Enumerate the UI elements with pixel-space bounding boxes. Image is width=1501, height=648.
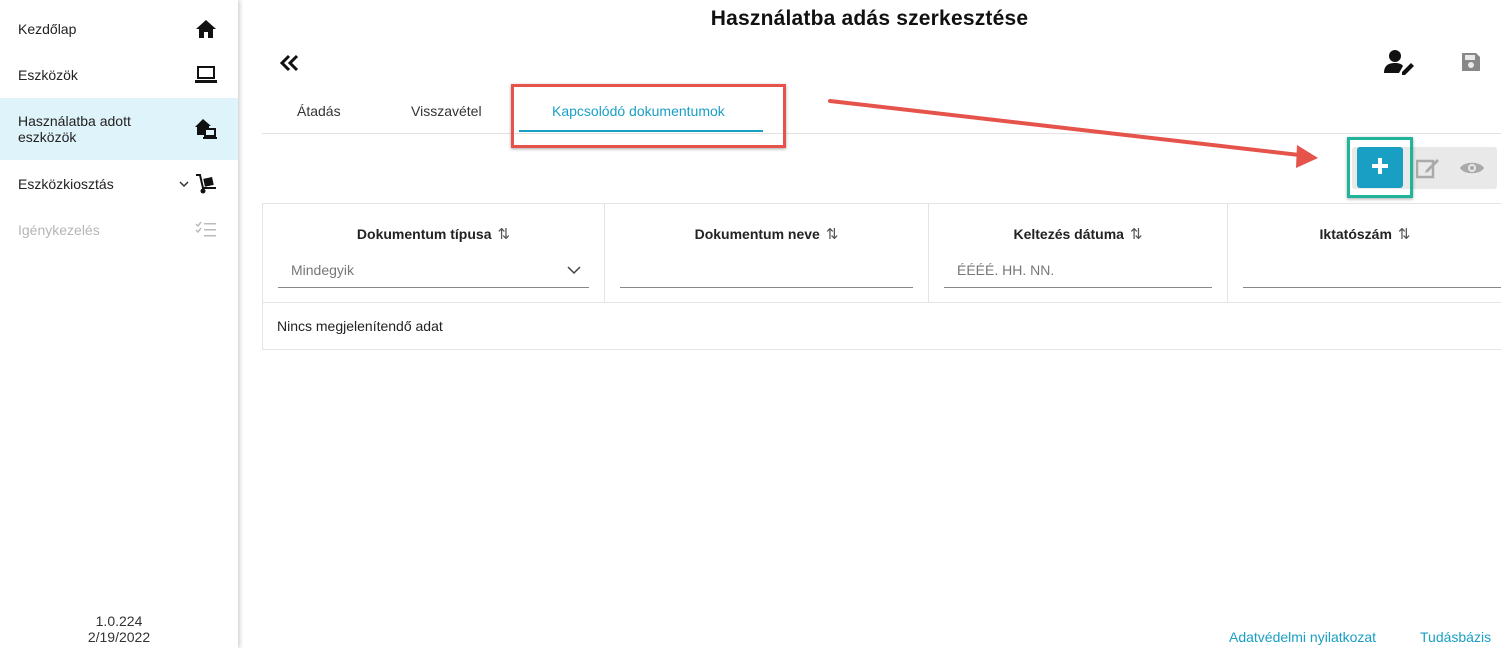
sidebar-item-eszkozkiosztas[interactable]: Eszközkiosztás [0, 164, 238, 204]
dolly-icon [194, 172, 218, 196]
empty-table-message: Nincs megjelenítendő adat [277, 318, 443, 334]
documents-table: Dokumentum típusa ⇅ Mindegyik Dokumentum … [262, 203, 1501, 350]
chevron-down-icon [567, 253, 581, 288]
page-title: Használatba adás szerkesztése [710, 7, 1029, 30]
column-iktatoszam: Iktatószám ⇅ [1228, 204, 1501, 302]
column-keltezes-datuma: Keltezés dátuma ⇅ ÉÉÉÉ. HH. NN. [929, 204, 1228, 302]
number-filter-input[interactable] [1243, 253, 1501, 288]
sort-icon[interactable]: ⇅ [1130, 226, 1143, 243]
sort-icon[interactable]: ⇅ [826, 226, 839, 243]
save-icon[interactable] [1461, 52, 1481, 77]
column-header[interactable]: Dokumentum neve ⇅ [605, 225, 928, 243]
privacy-link[interactable]: Adatvédelmi nyilatkozat [1229, 629, 1376, 645]
view-eye-icon [1459, 159, 1485, 182]
sidebar-item-eszkozok[interactable]: Eszközök [0, 55, 238, 95]
checklist-icon [194, 218, 218, 242]
sidebar-item-kezdolap[interactable]: Kezdőlap [0, 10, 238, 48]
sidebar-item-hasznalatba-adott[interactable]: Használatba adott eszközök [0, 98, 238, 160]
knowledge-base-link[interactable]: Tudásbázis [1420, 629, 1491, 645]
sort-icon[interactable]: ⇅ [1398, 226, 1411, 243]
annotation-teal-box [1347, 137, 1413, 198]
tab-atadas[interactable]: Átadás [297, 103, 341, 119]
column-header[interactable]: Keltezés dátuma ⇅ [929, 225, 1227, 243]
column-dokumentum-neve: Dokumentum neve ⇅ [605, 204, 929, 302]
app-version: 1.0.224 [95, 613, 143, 629]
chevron-down-icon[interactable] [178, 177, 190, 193]
column-header[interactable]: Dokumentum típusa ⇅ [263, 225, 604, 243]
sidebar-item-label: Használatba adott eszközök [18, 113, 131, 145]
name-filter-input[interactable] [620, 253, 913, 288]
column-header[interactable]: Iktatószám ⇅ [1228, 225, 1501, 243]
date-filter-input[interactable]: ÉÉÉÉ. HH. NN. [944, 253, 1212, 288]
header-row-divider [263, 302, 1501, 303]
annotation-red-box [511, 84, 786, 148]
sidebar-item-igenykezeles: Igénykezelés [0, 210, 238, 250]
edit-icon [1415, 157, 1440, 184]
tab-visszavetel[interactable]: Visszavétel [411, 103, 482, 119]
collapse-back-icon[interactable] [278, 52, 302, 74]
select-value: Mindegyik [291, 262, 355, 278]
sidebar: Kezdőlap Eszközök Használatba adott eszk… [0, 0, 238, 648]
sort-icon[interactable]: ⇅ [498, 226, 511, 243]
laptop-icon [194, 63, 218, 87]
house-laptop-icon [194, 117, 218, 141]
type-filter-select[interactable]: Mindegyik [278, 253, 589, 288]
app-date: 2/19/2022 [87, 629, 151, 645]
tabs-divider [262, 133, 1501, 134]
column-dokumentum-tipusa: Dokumentum típusa ⇅ Mindegyik [263, 204, 605, 302]
home-icon [194, 17, 218, 41]
user-edit-icon[interactable] [1384, 49, 1416, 80]
